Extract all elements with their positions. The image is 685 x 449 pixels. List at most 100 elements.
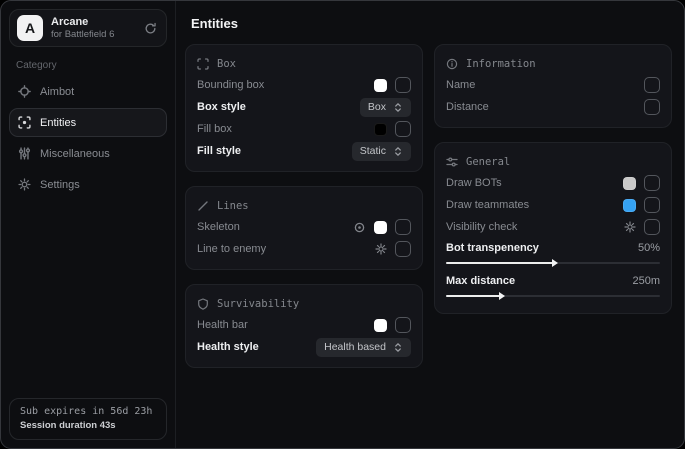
- survivability-card-header: Survivability: [197, 293, 411, 314]
- slider-fill: [446, 262, 553, 264]
- crosshair-icon: [18, 85, 31, 98]
- row-bounding-box: Bounding box: [197, 74, 411, 96]
- dropdown-value: Static: [360, 145, 386, 157]
- color-swatch[interactable]: [374, 221, 387, 234]
- max-distance-slider-block: Max distance 250m: [446, 271, 660, 304]
- chevrons-up-down-icon: [393, 342, 403, 353]
- diagonal-line-icon: [197, 200, 209, 212]
- distance-checkbox[interactable]: [644, 99, 660, 115]
- gear-icon[interactable]: [375, 243, 387, 255]
- bounding-box-checkbox[interactable]: [395, 77, 411, 93]
- card-title: Information: [466, 58, 536, 70]
- sidebar-nav: Aimbot Entities Miscellaneous Settings: [9, 77, 167, 199]
- row-label: Fill box: [197, 123, 232, 135]
- row-label: Distance: [446, 101, 489, 113]
- bot-transparency-slider[interactable]: [446, 262, 660, 264]
- bot-transparency-slider-block: Bot transpenency 50%: [446, 238, 660, 271]
- card-title: Lines: [217, 200, 249, 212]
- row-fill-style: Fill style Static: [197, 140, 411, 162]
- sidebar-item-entities[interactable]: Entities: [9, 108, 167, 137]
- color-swatch[interactable]: [623, 177, 636, 190]
- slider-label: Max distance: [446, 275, 515, 287]
- category-label: Category: [16, 60, 167, 71]
- lines-card: Lines Skeleton Line to enemy: [185, 186, 423, 270]
- gear-icon[interactable]: [624, 221, 636, 233]
- sidebar-item-label: Aimbot: [40, 86, 74, 98]
- row-draw-bots: Draw BOTs: [446, 172, 660, 194]
- mixer-icon: [18, 147, 31, 160]
- sidebar-item-label: Settings: [40, 179, 80, 191]
- fill-style-dropdown[interactable]: Static: [352, 142, 411, 161]
- chevrons-up-down-icon: [393, 102, 403, 113]
- row-label: Bounding box: [197, 79, 264, 91]
- row-label: Skeleton: [197, 221, 240, 233]
- sidebar-item-miscellaneous[interactable]: Miscellaneous: [9, 139, 167, 168]
- slider-label: Bot transpenency: [446, 242, 539, 254]
- dropdown-value: Health based: [324, 341, 386, 353]
- sidebar-item-label: Miscellaneous: [40, 148, 110, 160]
- fill-box-checkbox[interactable]: [395, 121, 411, 137]
- row-label: Draw BOTs: [446, 177, 502, 189]
- slider-fill: [446, 295, 500, 297]
- skeleton-checkbox[interactable]: [395, 219, 411, 235]
- app-edition: for Battlefield 6: [51, 29, 114, 40]
- subscription-info-card: Sub expires in 56d 23h Session duration …: [9, 398, 167, 440]
- dropdown-value: Box: [368, 101, 386, 113]
- row-label: Fill style: [197, 145, 241, 157]
- row-health-style: Health style Health based: [197, 336, 411, 358]
- health-style-dropdown[interactable]: Health based: [316, 338, 411, 357]
- row-distance: Distance: [446, 96, 660, 118]
- max-distance-slider[interactable]: [446, 295, 660, 297]
- info-icon: [446, 58, 458, 70]
- row-box-style: Box style Box: [197, 96, 411, 118]
- sliders-icon: [446, 156, 458, 168]
- color-swatch[interactable]: [374, 79, 387, 92]
- app-window: A Arcane for Battlefield 6 Category Aimb…: [0, 0, 685, 449]
- right-column: Information Name Distance Gener: [434, 44, 672, 314]
- color-swatch[interactable]: [374, 319, 387, 332]
- card-title: Box: [217, 58, 236, 70]
- row-health-bar: Health bar: [197, 314, 411, 336]
- page-title: Entities: [191, 16, 672, 31]
- color-swatch[interactable]: [374, 123, 387, 136]
- slider-value: 250m: [632, 275, 660, 287]
- card-title: Survivability: [217, 298, 299, 310]
- information-card: Information Name Distance: [434, 44, 672, 128]
- general-card: General Draw BOTs Draw teammates: [434, 142, 672, 314]
- row-label: Box style: [197, 101, 246, 113]
- sidebar-item-aimbot[interactable]: Aimbot: [9, 77, 167, 106]
- slider-value: 50%: [638, 242, 660, 254]
- main-content: Entities Box Bounding box: [176, 1, 684, 448]
- gear-icon: [18, 178, 31, 191]
- name-checkbox[interactable]: [644, 77, 660, 93]
- draw-teammates-checkbox[interactable]: [644, 197, 660, 213]
- box-style-dropdown[interactable]: Box: [360, 98, 411, 117]
- row-label: Line to enemy: [197, 243, 266, 255]
- visibility-check-checkbox[interactable]: [644, 219, 660, 235]
- row-label: Visibility check: [446, 221, 517, 233]
- left-column: Box Bounding box Box style Box: [185, 44, 423, 368]
- card-title: General: [466, 156, 510, 168]
- entities-scan-icon: [18, 116, 31, 129]
- row-label: Health style: [197, 341, 259, 353]
- focus-icon[interactable]: [353, 221, 366, 234]
- draw-bots-checkbox[interactable]: [644, 175, 660, 191]
- sidebar: A Arcane for Battlefield 6 Category Aimb…: [1, 1, 176, 448]
- sub-expires-text: Sub expires in 56d 23h: [20, 406, 156, 417]
- refresh-icon[interactable]: [144, 22, 157, 35]
- app-header-card: A Arcane for Battlefield 6: [9, 9, 167, 47]
- line-to-enemy-checkbox[interactable]: [395, 241, 411, 257]
- row-label: Name: [446, 79, 475, 91]
- survivability-card: Survivability Health bar Health style: [185, 284, 423, 368]
- row-name: Name: [446, 74, 660, 96]
- row-line-to-enemy: Line to enemy: [197, 238, 411, 260]
- general-card-header: General: [446, 151, 660, 172]
- box-card-header: Box: [197, 53, 411, 74]
- health-bar-checkbox[interactable]: [395, 317, 411, 333]
- app-name: Arcane: [51, 16, 114, 28]
- color-swatch[interactable]: [623, 199, 636, 212]
- row-fill-box: Fill box: [197, 118, 411, 140]
- row-skeleton: Skeleton: [197, 216, 411, 238]
- sidebar-item-settings[interactable]: Settings: [9, 170, 167, 199]
- session-duration-text: Session duration 43s: [20, 420, 156, 431]
